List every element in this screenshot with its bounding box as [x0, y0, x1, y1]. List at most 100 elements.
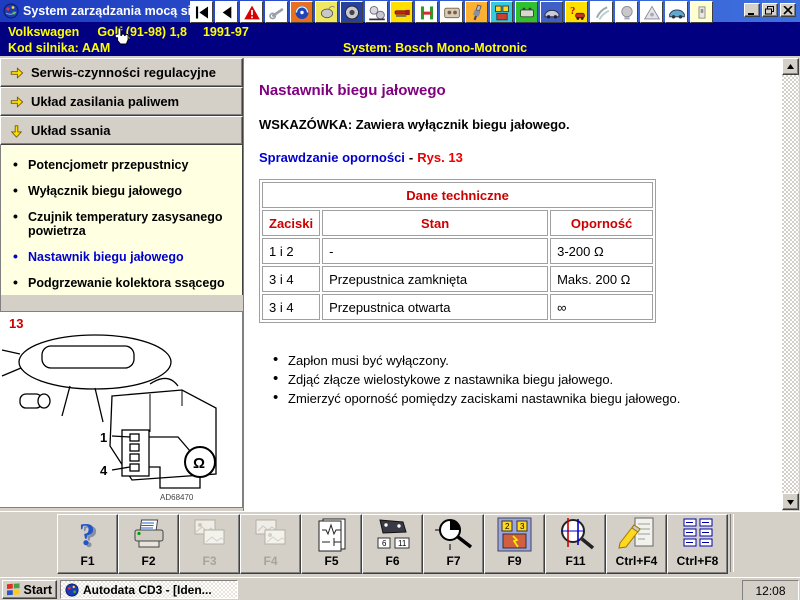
toolbar-button-spark-plug[interactable]: [465, 1, 488, 23]
close-button[interactable]: [780, 3, 796, 17]
column-header: Oporność: [550, 210, 654, 236]
hand-cursor-icon: [112, 27, 129, 51]
figure-reference[interactable]: Rys. 13: [417, 150, 463, 165]
sidebar-item[interactable]: Czujnik temperatury zasysanego powietrza: [11, 209, 236, 238]
window-title: System zarządzania mocą siln: [23, 4, 203, 18]
toolbar-button-exhaust-arrows[interactable]: [590, 1, 613, 23]
car-tools-icon: [542, 3, 562, 22]
toolbar-button-nav-first[interactable]: [190, 1, 213, 23]
sidebar-section-1[interactable]: Układ zasilania paliwem: [0, 87, 243, 116]
vertical-scrollbar: [782, 58, 799, 510]
sidebar-section-label: Układ zasilania paliwem: [31, 94, 180, 109]
toolbar-button-nav-back[interactable]: [215, 1, 238, 23]
table-cell: 3 i 4: [262, 294, 321, 320]
fkey-label: F5: [324, 554, 339, 568]
toolbar-button-pulleys[interactable]: [365, 1, 388, 23]
notes-pencil-icon: [615, 517, 659, 553]
figure-panel: 13 1 4 Ω AD68470: [0, 311, 243, 508]
nav-first-icon: [192, 3, 212, 22]
toolbar-button-ball-part[interactable]: [615, 1, 638, 23]
sidebar-section-2[interactable]: Układ ssania: [0, 116, 243, 145]
windows-logo-icon: [7, 582, 20, 595]
toolbar-button-dashboard[interactable]: [440, 1, 463, 23]
sidebar-section-0[interactable]: Serwis-czynności regulacyjne: [0, 58, 243, 87]
fkey-button-f9[interactable]: 2 3 F9: [484, 514, 545, 574]
throttle-body-diagram: 1 4 Ω AD68470: [1, 334, 217, 502]
toolbar-button-ecu-box[interactable]: [515, 1, 538, 23]
sidebar-item[interactable]: Potencjometr przepustnicy: [11, 157, 236, 172]
table-cell: -: [322, 238, 549, 264]
pin-label-4: 4: [100, 463, 108, 478]
sidebar-gap: [0, 295, 243, 311]
table-cell: 3 i 4: [262, 266, 321, 292]
sidebar-item-list: Potencjometr przepustnicy Wyłącznik biegu…: [0, 145, 243, 295]
fkey-button-f11[interactable]: F11: [545, 514, 606, 574]
fkey-button-f6[interactable]: 6 11 F6: [362, 514, 423, 574]
fkey-button-f3: F3: [179, 514, 240, 574]
image-prev-icon: [188, 517, 232, 553]
restore-icon: [765, 5, 774, 14]
subheading-label: Sprawdzanie oporności: [259, 150, 405, 165]
fkey-button-f5[interactable]: F5: [301, 514, 362, 574]
scroll-up-button[interactable]: [782, 58, 799, 75]
toolbar-button-switch-panel[interactable]: [690, 1, 713, 23]
scrollbar-track[interactable]: [782, 75, 799, 493]
fkey-button-f7[interactable]: F7: [423, 514, 484, 574]
toolbar-button-warning[interactable]: [240, 1, 263, 23]
start-button[interactable]: Start: [2, 580, 57, 599]
page-title: Nastawnik biegu jałowego: [259, 82, 446, 99]
switch-panel-icon: [692, 3, 712, 22]
minimize-button[interactable]: [744, 3, 760, 17]
engine-code: Kod silnika: AAM: [8, 41, 111, 55]
wiring-diagram-icon: [310, 517, 354, 553]
table-row: 1 i 2-3-200 Ω: [262, 238, 654, 264]
arrow-right-icon: [9, 95, 24, 109]
fkey-label: F6: [385, 554, 400, 568]
table-row: 3 i 4 Przepustnica zamknięta Maks. 200 Ω: [262, 266, 654, 292]
toolbar-button-car-sketch[interactable]: [665, 1, 688, 23]
fkey-button-ctrl-f4[interactable]: Ctrl+F4: [606, 514, 667, 574]
vehicle-model[interactable]: Golf (91-98) 1,8: [97, 25, 187, 39]
toolbar-button-globe-gauge[interactable]: [290, 1, 313, 23]
app-window: System zarządzania mocą siln ? Volkswage…: [0, 0, 800, 600]
toolbar-button-help-vehicle[interactable]: ?: [565, 1, 588, 23]
globe-gauge-icon: [292, 3, 312, 22]
sidebar-item[interactable]: Wyłącznik biegu jałowego: [11, 183, 236, 198]
toolbar-button-red-tool[interactable]: [390, 1, 413, 23]
toolbar-button-triangle-part[interactable]: [640, 1, 663, 23]
component-location-icon: 23: [493, 517, 537, 553]
exhaust-arrows-icon: [592, 3, 612, 22]
sidebar-item[interactable]: Podgrzewanie kolektora ssącego: [11, 275, 236, 290]
fkey-label: F7: [446, 554, 461, 568]
arrow-right-icon: [9, 66, 24, 80]
spec-table: Dane techniczne Zaciski Stan Oporność 1 i 2-…: [259, 179, 657, 323]
fkey-label: F3: [202, 554, 217, 568]
restore-button[interactable]: [762, 3, 778, 17]
taskbar-app-button[interactable]: Autodata CD3 - [Iden...: [60, 580, 238, 599]
drawing-code: AD68470: [160, 493, 194, 502]
scroll-down-button[interactable]: [782, 493, 799, 510]
toolbar-button-mouse[interactable]: [315, 1, 338, 23]
toolbar-button-component-location[interactable]: [490, 1, 513, 23]
fkey-button-f2[interactable]: F2: [118, 514, 179, 574]
sidebar-item-active[interactable]: Nastawnik biegu jałowego: [11, 249, 236, 264]
locate-magnifier-icon: [554, 517, 598, 553]
taskbar-app-label: Autodata CD3 - [Iden...: [83, 582, 212, 597]
fkey-button-f1[interactable]: ?? F1: [57, 514, 118, 574]
toolbar-button-car-tools[interactable]: [540, 1, 563, 23]
ball-part-icon: [617, 3, 637, 22]
wrench-tools-icon: [267, 3, 287, 22]
main-region: Serwis-czynności regulacyjne Układ zasila…: [0, 58, 800, 511]
procedure-step: Zmierzyć oporność pomiędzy zaciskami nas…: [273, 390, 772, 406]
close-icon: [783, 5, 793, 15]
vehicle-make[interactable]: Volkswagen: [8, 25, 79, 39]
svg-text:6: 6: [382, 539, 387, 548]
menu-list-icon: [676, 517, 720, 553]
fkey-button-ctrl-f8[interactable]: Ctrl+F8: [667, 514, 728, 574]
connector-pins-icon: 6 11: [371, 517, 415, 553]
toolbar-button-wheel[interactable]: [340, 1, 363, 23]
fkey-label: F2: [141, 554, 156, 568]
warning-icon: [242, 3, 262, 22]
toolbar-button-wrench-tools[interactable]: [265, 1, 288, 23]
toolbar-button-lift[interactable]: [415, 1, 438, 23]
